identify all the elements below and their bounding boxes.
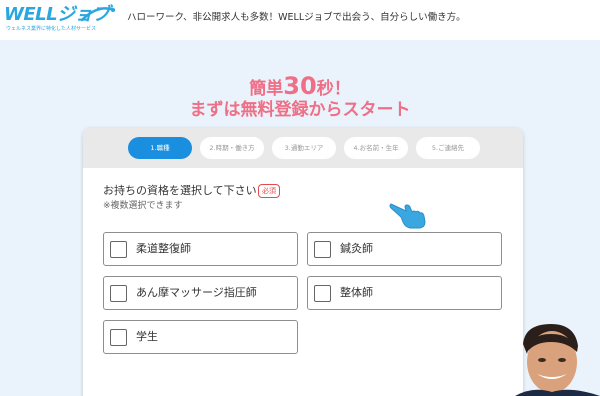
site-logo[interactable]: WELLジョブ ウェルネス業界に特化した人材サービス	[4, 4, 116, 38]
person-photo	[515, 324, 600, 396]
headline-suffix: 秒！	[316, 79, 351, 99]
step-4-name-birth[interactable]: 4.お名前・生年	[344, 137, 408, 159]
option-label: 学生	[136, 330, 158, 343]
option-label: あん摩マッサージ指圧師	[136, 286, 257, 299]
checkbox[interactable]	[314, 285, 331, 302]
headline-line2: まずは無料登録からスタート	[189, 100, 411, 120]
checkbox[interactable]	[110, 329, 127, 346]
required-badge: 必須	[258, 184, 280, 198]
multi-select-note: ※複数選択できます	[103, 201, 183, 211]
option-label: 整体師	[340, 286, 373, 299]
option-judo-therapist[interactable]: 柔道整復師	[103, 232, 298, 266]
logo-subtext: ウェルネス業界に特化した人材サービス	[6, 26, 97, 32]
checkbox[interactable]	[110, 285, 127, 302]
headline-prefix: 簡単	[249, 79, 284, 99]
checkbox[interactable]	[110, 241, 127, 258]
swoosh-icon	[80, 7, 116, 22]
step-1-job-type[interactable]: 1.職種	[128, 137, 192, 159]
option-chiropractor[interactable]: 整体師	[307, 276, 502, 310]
headline-number: 30	[283, 72, 317, 100]
checkbox[interactable]	[314, 241, 331, 258]
headline-line1: 簡単30秒！	[0, 74, 600, 101]
step-2-timing[interactable]: 2.時期・働き方	[200, 137, 264, 159]
option-acupuncturist[interactable]: 鍼灸師	[307, 232, 502, 266]
option-student[interactable]: 学生	[103, 320, 298, 354]
step-3-commute-area[interactable]: 3.通勤エリア	[272, 137, 336, 159]
option-label: 鍼灸師	[340, 242, 373, 255]
site-header: WELLジョブ ウェルネス業界に特化した人材サービス ハローワーク、非公開求人も…	[0, 0, 600, 40]
option-label: 柔道整復師	[136, 242, 191, 255]
step-5-contact[interactable]: 5.ご連絡先	[416, 137, 480, 159]
step-progress-bar: 1.職種 2.時期・働き方 3.通勤エリア 4.お名前・生年 5.ご連絡先	[83, 128, 523, 168]
pointing-hand-icon	[389, 203, 426, 229]
option-massage-therapist[interactable]: あん摩マッサージ指圧師	[103, 276, 298, 310]
question-label: お持ちの資格を選択して下さい	[103, 184, 257, 197]
header-tagline: ハローワーク、非公開求人も多数！WELLジョブで出会う、自分らしい働き方。	[127, 12, 466, 23]
